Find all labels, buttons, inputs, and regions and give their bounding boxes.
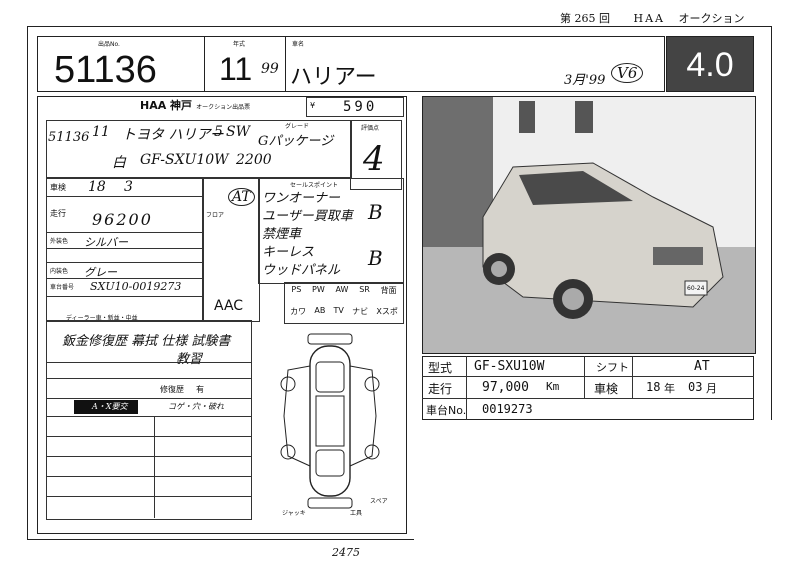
shift-value: AT — [694, 359, 710, 374]
sheet-brand: HAA 神戸 オークション出品票 — [140, 99, 251, 112]
sheet-shaken-year: 18 — [88, 179, 106, 195]
price-box: ¥ 590 — [306, 97, 404, 117]
sales-point: キーレス — [262, 245, 315, 260]
shaken-label: 車検 — [50, 183, 66, 192]
notes-block — [46, 320, 252, 520]
shift-label: シフト — [596, 361, 629, 374]
car-name-box: 車名 ハリアー 3月'99 V6 — [285, 36, 665, 92]
option-item: SR — [359, 285, 370, 294]
sheet-displacement: 2200 — [236, 152, 272, 168]
sheet-doors: 5 — [214, 124, 223, 140]
trans-label: フロア — [206, 212, 225, 219]
car-photo: 60-24 — [422, 96, 756, 354]
sales-point-label: セールスポイント — [290, 182, 339, 189]
sheet-maker-model: トヨタ ハリアー — [122, 127, 224, 143]
options-row-1: PS PW AW SR 背面 — [286, 285, 402, 296]
sales-score: B — [368, 246, 383, 270]
option-item: AB — [314, 306, 326, 315]
option-item: カワ — [290, 307, 307, 316]
option-item: TV — [333, 306, 344, 315]
sales-points-list: ワンオーナー ユーザー買取車 禁煙車 キーレス ウッドパネル — [262, 190, 353, 280]
page-number: 2475 — [332, 546, 360, 559]
sheet-int-color: グレー — [84, 266, 117, 279]
spare-label: スペア — [370, 498, 388, 505]
year-box: 年式 11 99 — [204, 36, 286, 92]
sales-point: 禁煙車 — [262, 227, 302, 242]
mileage-unit: Km — [546, 380, 560, 393]
mileage-label: 走行 — [428, 382, 453, 396]
plate-number: 60-24 — [687, 285, 705, 292]
option-item: PW — [312, 285, 325, 294]
sheet-body-type: SW — [226, 124, 250, 140]
grade-label: グレード — [285, 123, 310, 130]
sheet-color: 白 — [112, 155, 126, 171]
frame-label: 車台番号 — [50, 284, 75, 291]
shaken-year: 18 — [646, 380, 661, 394]
sheet-shaken-month: 3 — [124, 179, 133, 195]
sheet-chassis-code: GF-SXU10W — [140, 152, 229, 168]
shaken-year-unit: 年 — [664, 382, 675, 395]
frame-value: 0019273 — [482, 402, 533, 416]
detail-block — [46, 178, 204, 322]
car-photo-illustration — [423, 97, 755, 353]
sheet-frame-no: SXU10-0019273 — [90, 280, 182, 293]
sheet-ext-color: シルバー — [84, 236, 128, 249]
shaken-label: 車検 — [594, 382, 619, 396]
tools-label: 工具 — [350, 510, 363, 517]
type-value: GF-SXU10W — [474, 359, 545, 374]
option-item: 背面 — [380, 286, 397, 295]
option-item: AW — [335, 285, 349, 294]
sheet-grade-name: Gパッケージ — [258, 134, 334, 149]
options-row-2: カワ AB TV ナビ Xスポ — [286, 306, 402, 317]
sheet-lot-number: 51136 — [48, 130, 90, 145]
lot-number-box: 出品No. 51136 — [37, 36, 205, 92]
sheet-model-year: 11 — [92, 124, 110, 140]
sales-point: ワンオーナー — [262, 191, 341, 206]
option-item: ナビ — [352, 307, 369, 316]
sheet-ac: AAC — [214, 298, 244, 314]
sheet-mileage: 96200 — [92, 210, 153, 229]
option-item: Xスポ — [376, 307, 398, 316]
edition-header: 第 265 回 HAA オークション — [560, 12, 745, 25]
type-label: 型式 — [428, 361, 453, 375]
sales-point: ユーザー買取車 — [262, 209, 353, 224]
mileage-value: 97,000 — [482, 380, 529, 395]
ext-color-label: 外装色 — [50, 238, 69, 245]
sales-score: B — [368, 200, 383, 224]
frame-label: 車台No. — [426, 404, 467, 417]
shaken-month-unit: 月 — [706, 382, 717, 395]
grade-box: 4.0 — [666, 36, 754, 92]
shaken-month: 03 — [688, 380, 703, 394]
sheet-trans: AT — [228, 188, 255, 206]
blank-area — [414, 420, 800, 566]
int-color-label: 内装色 — [50, 268, 69, 275]
option-item: PS — [291, 285, 302, 294]
sales-point: ウッドパネル — [262, 263, 341, 278]
jack-label: ジャッキ — [282, 510, 306, 517]
mileage-label: 走行 — [50, 209, 66, 218]
